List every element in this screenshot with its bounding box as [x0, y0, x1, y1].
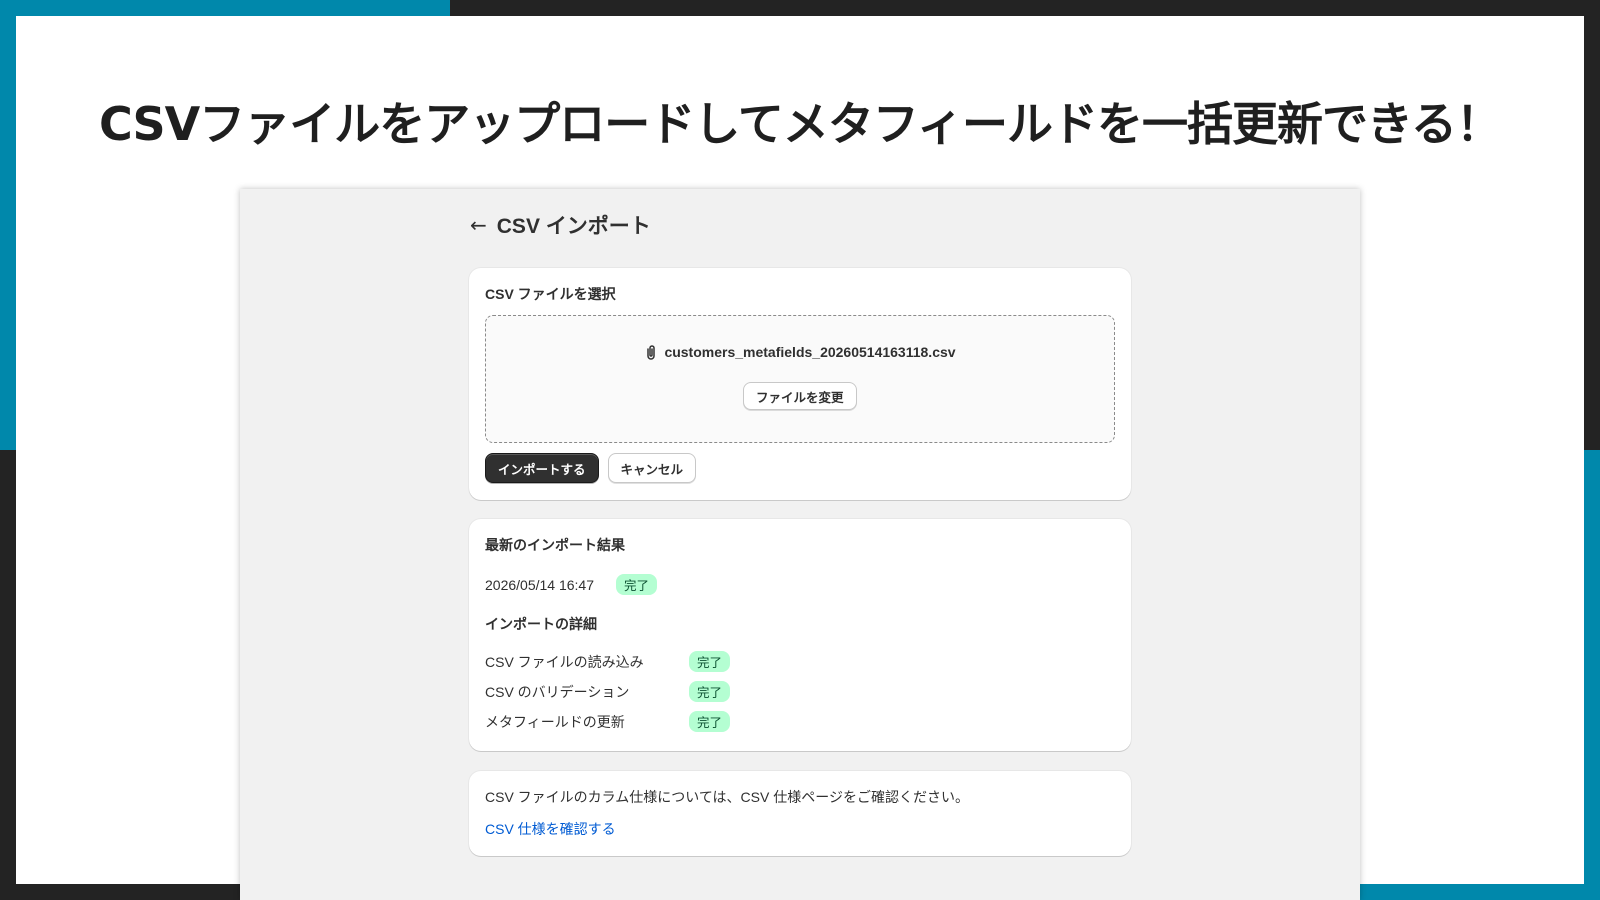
file-dropzone[interactable]: customers_metafields_20260514163118.csv …: [485, 315, 1115, 443]
file-name: customers_metafields_20260514163118.csv: [664, 344, 956, 360]
detail-row: CSV のバリデーション 完了: [485, 681, 731, 702]
headline: CSVファイルをアップロードしてメタフィールドを一括更新できる！: [98, 97, 1502, 151]
result-timestamp: 2026/05/14 16:47: [485, 576, 594, 593]
arrow-left-icon[interactable]: ←: [470, 215, 487, 235]
cancel-button[interactable]: キャンセル: [607, 453, 697, 483]
spec-text: CSV ファイルのカラム仕様については、CSV 仕様ページをご確認ください。: [485, 789, 969, 805]
csv-spec-card: CSV ファイルのカラム仕様については、CSV 仕様ページをご確認ください。 C…: [469, 771, 1131, 856]
result-summary: 2026/05/14 16:47 完了: [485, 574, 658, 595]
upload-card: CSV ファイルを選択 customers_metafields_2026051…: [469, 268, 1131, 500]
status-badge: 完了: [689, 711, 731, 732]
status-badge: 完了: [689, 651, 731, 672]
upload-card-title: CSV ファイルを選択: [485, 286, 616, 302]
page-title: CSV インポート: [496, 215, 651, 238]
status-badge: 完了: [689, 681, 731, 702]
detail-row: メタフィールドの更新 完了: [485, 711, 731, 732]
paperclip-icon: [644, 344, 658, 360]
status-badge: 完了: [616, 574, 658, 595]
result-card-title: 最新のインポート結果: [485, 537, 625, 553]
selected-file: customers_metafields_20260514163118.csv: [486, 344, 1114, 360]
app-screenshot: ← CSV インポート CSV ファイルを選択 customers_metafi…: [240, 189, 1360, 900]
import-button[interactable]: インポートする: [485, 453, 599, 483]
spec-link[interactable]: CSV 仕様を確認する: [485, 819, 1115, 839]
detail-label: CSV のバリデーション: [485, 683, 630, 700]
import-result-card: 最新のインポート結果 2026/05/14 16:47 完了 インポートの詳細 …: [469, 519, 1131, 751]
details-title: インポートの詳細: [485, 616, 597, 632]
detail-label: CSV ファイルの読み込み: [485, 653, 644, 670]
change-file-button[interactable]: ファイルを変更: [743, 382, 857, 410]
upload-actions: インポートする キャンセル: [485, 453, 697, 483]
detail-row: CSV ファイルの読み込み 完了: [485, 651, 731, 672]
page-header: ← CSV インポート: [470, 209, 651, 241]
detail-label: メタフィールドの更新: [485, 713, 625, 730]
